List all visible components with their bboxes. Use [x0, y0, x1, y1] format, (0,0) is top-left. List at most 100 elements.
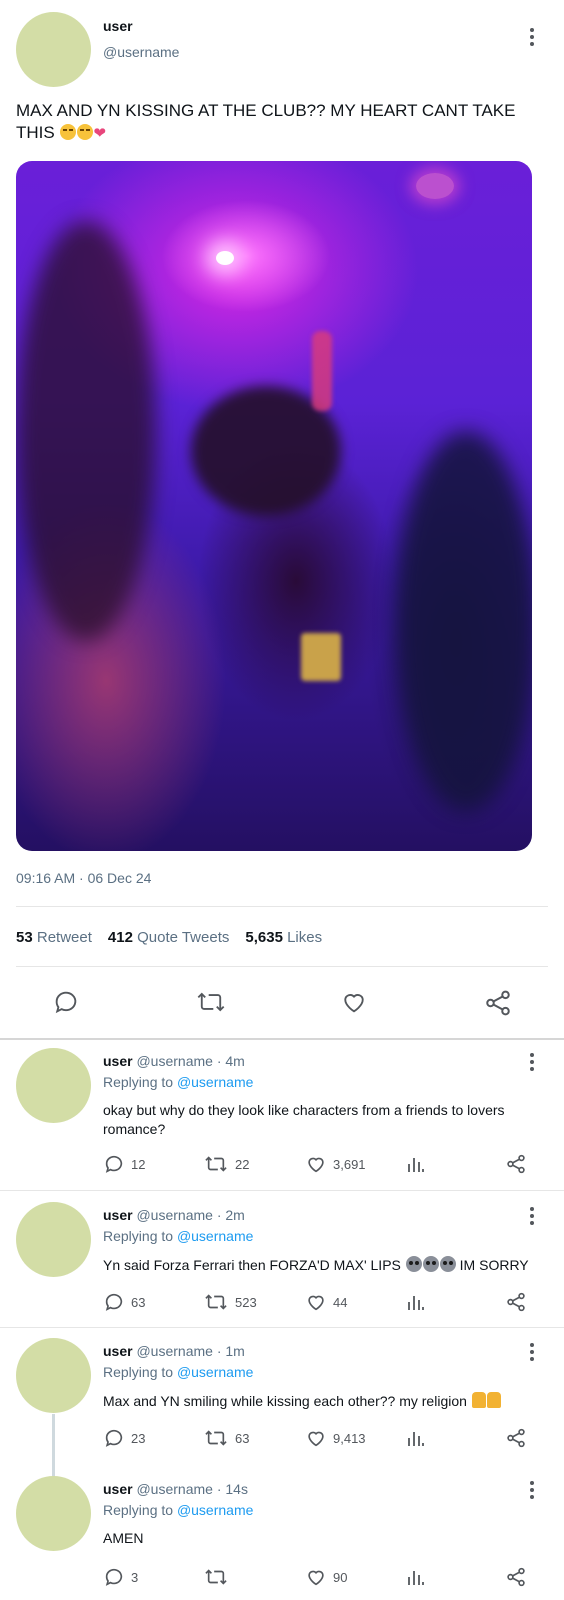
- reply-text: okay but why do they look like character…: [103, 1102, 505, 1137]
- reply-icon: [55, 991, 77, 1014]
- stage-light: [216, 251, 234, 265]
- reply-count: 3: [131, 1569, 139, 1585]
- share-button[interactable]: [483, 988, 513, 1018]
- divider: [0, 1327, 564, 1328]
- reply-text: AMEN: [103, 1530, 144, 1546]
- more-options-icon[interactable]: [529, 1343, 535, 1361]
- reply-button[interactable]: 23: [103, 1427, 145, 1449]
- share-icon: [507, 1567, 525, 1587]
- tweet-stats: 53 Retweet 412 Quote Tweets 5,635 Likes: [16, 929, 322, 946]
- retweet-count: 523: [235, 1294, 257, 1310]
- share-button[interactable]: [505, 1427, 527, 1449]
- share-button[interactable]: [505, 1566, 527, 1588]
- share-button[interactable]: [505, 1291, 527, 1313]
- more-options-icon[interactable]: [529, 1207, 535, 1225]
- replying-to-handle[interactable]: @username: [177, 1228, 253, 1244]
- retweet-button[interactable]: 63: [203, 1427, 249, 1449]
- folded-hands-icon: [486, 1392, 501, 1408]
- avatar[interactable]: [16, 12, 91, 87]
- reply-author-name[interactable]: user: [103, 1343, 133, 1359]
- reply-button[interactable]: 3: [103, 1566, 138, 1588]
- replying-to: Replying to @username: [103, 1228, 253, 1244]
- reply-author-handle[interactable]: @username: [136, 1343, 212, 1359]
- retweet-icon: [197, 992, 225, 1012]
- reply-text-body: Max and YN smiling while kissing each ot…: [103, 1393, 467, 1409]
- reply-icon: [105, 1568, 123, 1586]
- like-label: Likes: [287, 929, 323, 946]
- like-count: 90: [333, 1569, 348, 1585]
- share-button[interactable]: [505, 1153, 527, 1175]
- reply-header: user @username · 4m: [103, 1053, 245, 1069]
- replying-to: Replying to @username: [103, 1364, 253, 1380]
- skull-icon: [439, 1256, 456, 1272]
- crowd-silhouette: [396, 431, 532, 811]
- reply-time: · 2m: [216, 1207, 245, 1223]
- replying-to-label: Replying to: [103, 1074, 174, 1090]
- analytics-button[interactable]: [406, 1291, 426, 1313]
- share-icon: [486, 990, 510, 1016]
- reply-author-handle[interactable]: @username: [136, 1481, 212, 1497]
- retweet-count: 22: [235, 1156, 250, 1172]
- analytics-icon: [408, 1158, 424, 1172]
- reply-author-handle[interactable]: @username: [136, 1053, 212, 1069]
- reply-avatar[interactable]: [16, 1202, 91, 1277]
- like-button[interactable]: 9,413: [305, 1427, 366, 1449]
- skull-icon: [405, 1256, 422, 1272]
- replying-to-handle[interactable]: @username: [177, 1074, 253, 1090]
- analytics-button[interactable]: [406, 1153, 426, 1175]
- more-options-icon[interactable]: [529, 1481, 535, 1499]
- loudly-crying-face-icon: [77, 124, 94, 140]
- retweet-button[interactable]: 523: [203, 1291, 257, 1313]
- like-button[interactable]: [340, 988, 368, 1016]
- analytics-button[interactable]: [406, 1427, 426, 1449]
- loudly-crying-face-icon: [60, 124, 77, 140]
- tweet-timestamp: 09:16 AM · 06 Dec 24: [16, 870, 152, 886]
- like-button[interactable]: 90: [305, 1566, 347, 1588]
- quote-count-link[interactable]: 412 Quote Tweets: [108, 929, 229, 946]
- reply-author-name[interactable]: user: [103, 1481, 133, 1497]
- reply-button[interactable]: 63: [103, 1291, 145, 1313]
- tweet-photo[interactable]: [16, 161, 532, 851]
- retweet-count-link[interactable]: 53 Retweet: [16, 929, 92, 946]
- reply-text-tail: IM SORRY: [459, 1257, 529, 1273]
- replying-to-label: Replying to: [103, 1364, 174, 1380]
- skull-icon: [422, 1256, 439, 1272]
- reply-button[interactable]: [52, 988, 80, 1016]
- replying-to: Replying to @username: [103, 1074, 253, 1090]
- reply-author-name[interactable]: user: [103, 1053, 133, 1069]
- reply-time: · 1m: [216, 1343, 245, 1359]
- replying-to: Replying to @username: [103, 1502, 253, 1518]
- more-options-icon[interactable]: [529, 28, 535, 46]
- like-button[interactable]: 3,691: [305, 1153, 366, 1175]
- performer: [312, 331, 332, 411]
- analytics-button[interactable]: [406, 1566, 426, 1588]
- replying-to-handle[interactable]: @username: [177, 1364, 253, 1380]
- author-name[interactable]: user: [103, 18, 133, 34]
- reply-avatar[interactable]: [16, 1338, 91, 1413]
- retweet-icon: [205, 1156, 227, 1172]
- reply-count: 23: [131, 1430, 146, 1446]
- reply-button[interactable]: 12: [103, 1153, 145, 1175]
- reply-author-handle[interactable]: @username: [136, 1207, 212, 1223]
- retweet-count: 63: [235, 1430, 250, 1446]
- share-icon: [507, 1428, 525, 1448]
- reply-author-name[interactable]: user: [103, 1207, 133, 1223]
- like-count-link[interactable]: 5,635 Likes: [245, 929, 322, 946]
- analytics-icon: [408, 1432, 424, 1446]
- replying-to-handle[interactable]: @username: [177, 1502, 253, 1518]
- more-options-icon[interactable]: [529, 1053, 535, 1071]
- reply-icon: [105, 1429, 123, 1447]
- retweet-icon: [205, 1294, 227, 1310]
- retweet-button[interactable]: [203, 1566, 235, 1588]
- heart-icon: [308, 1431, 324, 1447]
- retweet-button[interactable]: 22: [203, 1153, 249, 1175]
- author-handle[interactable]: @username: [103, 44, 179, 60]
- reply-avatar[interactable]: [16, 1048, 91, 1123]
- reply-avatar[interactable]: [16, 1476, 91, 1551]
- reply-count: 12: [131, 1156, 146, 1172]
- reply-header: user @username · 1m: [103, 1343, 245, 1359]
- quote-count: 412: [107, 929, 133, 946]
- reply-icon: [105, 1155, 123, 1173]
- retweet-button[interactable]: [196, 988, 226, 1016]
- like-button[interactable]: 44: [305, 1291, 347, 1313]
